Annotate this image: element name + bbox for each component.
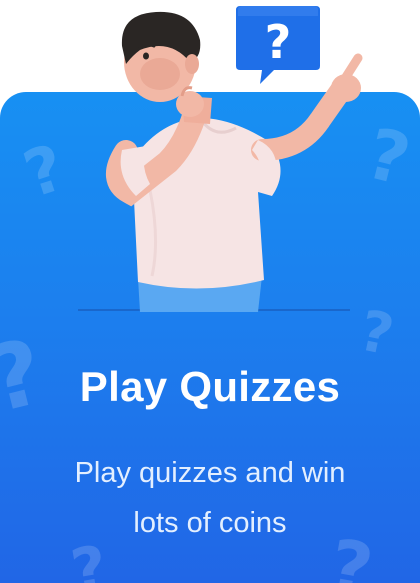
card-description-line: lots of coins	[133, 507, 287, 539]
speech-bubble-icon: ?	[236, 6, 320, 84]
card-title: Play Quizzes	[79, 363, 341, 410]
thinking-person-illustration	[106, 11, 363, 312]
question-mark-icon: ?	[265, 15, 292, 69]
card-description-line: Play quizzes and win	[74, 457, 346, 489]
card-description: Play quizzes and win lots of coins	[30, 448, 390, 548]
